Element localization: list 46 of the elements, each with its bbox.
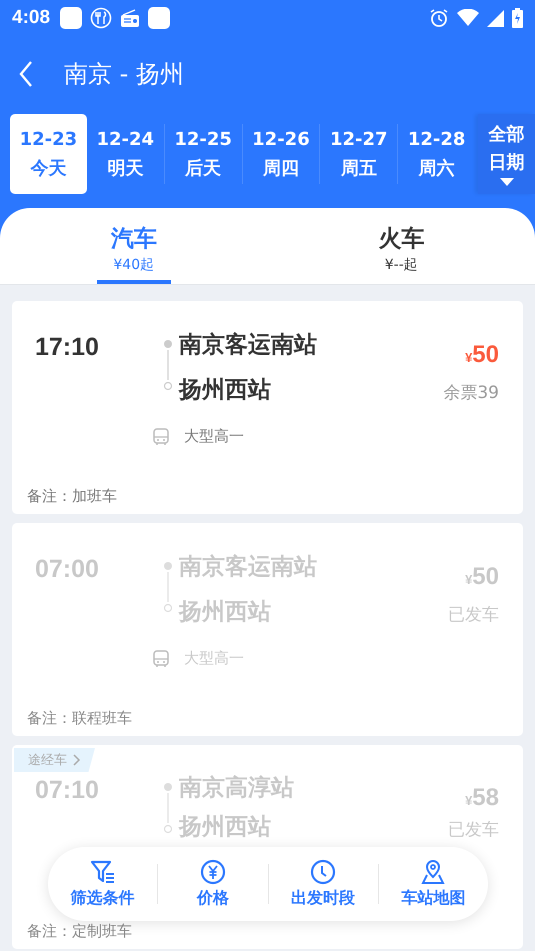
toolbar-button[interactable]: 价格	[158, 859, 268, 909]
trip-remark: 备注：定制班车	[27, 922, 132, 941]
app-notification-icon	[60, 7, 82, 29]
all-dates-button[interactable]: 全部 日期	[478, 114, 535, 194]
via-badge[interactable]: 途经车	[14, 748, 95, 772]
destination-station: 扬州西站	[179, 376, 272, 405]
date-tab[interactable]: 12-26 周四	[242, 114, 320, 194]
filter-icon	[90, 859, 116, 885]
restaurant-icon	[90, 7, 112, 29]
battery-icon	[512, 8, 523, 28]
date-tab[interactable]: 12-24 明天	[86, 114, 164, 194]
yuan-icon	[200, 859, 226, 885]
ticket-price: ¥50	[465, 341, 499, 369]
app-notification-icon	[148, 7, 170, 29]
toolbar-button[interactable]: 筛选条件	[48, 859, 158, 909]
route-title: 南京 - 扬州	[64, 59, 184, 90]
wifi-icon	[457, 9, 479, 27]
origin-station: 南京客运南站	[179, 331, 318, 360]
date-tab[interactable]: 12-28 周六	[398, 114, 476, 194]
bus-type: 大型高一	[184, 427, 244, 446]
route-line-icon	[163, 561, 173, 613]
trip-remark: 备注：加班车	[27, 487, 117, 506]
alarm-icon	[429, 8, 449, 28]
ticket-status: 余票39	[443, 382, 499, 404]
route-line-icon	[163, 339, 173, 391]
toolbar-button[interactable]: 出发时段	[268, 859, 378, 909]
back-icon[interactable]	[18, 60, 34, 88]
date-tab[interactable]: 12-23 今天	[10, 114, 87, 194]
departure-time: 17:10	[34, 332, 100, 363]
bus-icon	[152, 428, 170, 446]
radio-icon	[120, 8, 140, 28]
signal-icon	[487, 10, 504, 26]
transport-tab[interactable]: 汽车 ¥40起	[0, 208, 268, 284]
bus-icon	[152, 650, 170, 668]
toolbar-button[interactable]: 车站地图	[378, 859, 488, 909]
date-tab[interactable]: 12-25 后天	[164, 114, 242, 194]
dropdown-icon	[500, 178, 514, 186]
status-time: 4:08	[12, 7, 50, 29]
chevron-icon	[73, 754, 81, 766]
date-tab[interactable]: 12-27 周五	[320, 114, 398, 194]
clock-icon	[310, 859, 336, 885]
trip-card[interactable]: 17:10 南京客运南站 扬州西站 ¥50 余票39 大型高一 备注：加班车	[12, 301, 523, 514]
map-pin-icon	[420, 859, 446, 885]
trip-remark: 备注：联程班车	[27, 709, 132, 728]
route-line-icon	[163, 782, 173, 834]
transport-tab[interactable]: 火车 ¥--起	[268, 208, 535, 284]
